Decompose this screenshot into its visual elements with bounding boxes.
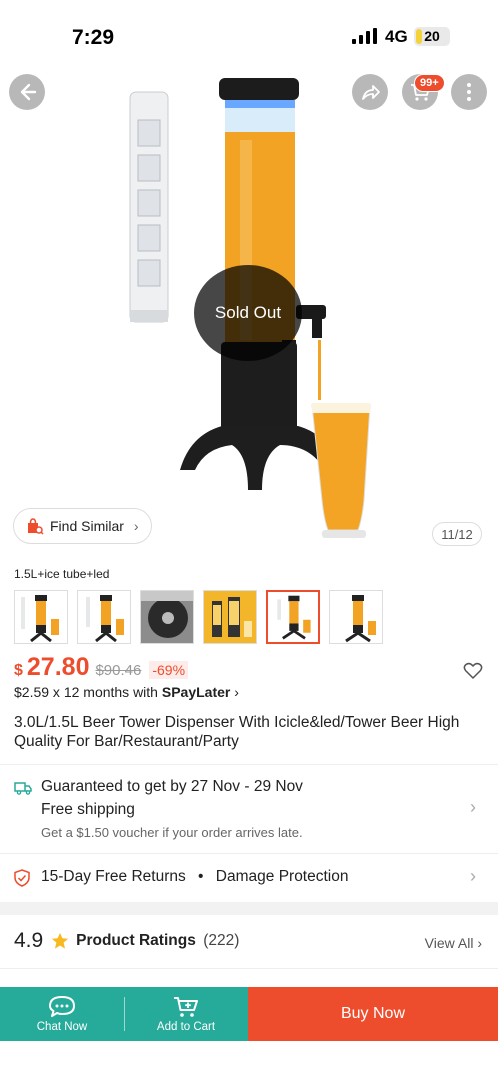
view-all-label: View All xyxy=(424,935,474,951)
returns-section[interactable]: 15-Day Free Returns • Damage Protection xyxy=(14,868,484,887)
free-returns-label: 15-Day Free Returns xyxy=(41,868,186,885)
bottom-left-group: Chat Now Add to Cart xyxy=(0,987,248,1041)
divider xyxy=(0,853,498,854)
variation-thumb-2[interactable] xyxy=(77,590,131,644)
arrow-left-icon xyxy=(20,83,37,101)
divider xyxy=(0,968,498,969)
truck-icon xyxy=(14,782,32,795)
button-separator xyxy=(124,997,125,1031)
variation-thumb-image xyxy=(21,595,59,643)
variation-thumb-3[interactable] xyxy=(140,590,194,644)
free-shipping-label: Free shipping xyxy=(41,801,135,818)
chevron-right-icon: › xyxy=(234,684,239,700)
star-icon xyxy=(51,932,68,949)
product-title: 3.0L/1.5L Beer Tower Dispenser With Icic… xyxy=(14,714,460,750)
battery-icon: 20 xyxy=(414,27,450,46)
ratings-count: (222) xyxy=(203,932,240,949)
ratings-label: Product Ratings xyxy=(76,932,196,949)
variation-thumb-image xyxy=(86,595,124,643)
more-options-button[interactable] xyxy=(451,74,487,110)
variation-thumb-image xyxy=(141,591,193,643)
similar-bag-icon xyxy=(28,518,44,535)
status-time: 7:29 xyxy=(72,26,115,49)
signal-icon xyxy=(352,28,377,44)
variation-thumb-image xyxy=(345,595,376,643)
share-icon xyxy=(362,85,380,100)
rating-score: 4.9 xyxy=(14,929,44,952)
bullet-separator: • xyxy=(198,868,204,885)
selected-variation-label: 1.5L+ice tube+led xyxy=(14,567,110,581)
share-button[interactable] xyxy=(352,74,388,110)
paylater-row[interactable]: $2.59 x 12 months with SPayLater › xyxy=(14,684,239,700)
battery-percent: 20 xyxy=(424,28,440,44)
view-all-link[interactable]: View All › xyxy=(425,935,482,951)
bottom-action-bar: Chat Now Add to Cart Buy Now xyxy=(0,987,498,1041)
paylater-brand: SPayLater xyxy=(161,684,231,700)
buy-now-button[interactable]: Buy Now xyxy=(248,987,498,1041)
chevron-right-icon: › xyxy=(133,518,139,534)
price-row: $ 27.80 $90.46 -69% xyxy=(14,653,189,682)
find-similar-button[interactable]: Find Similar › xyxy=(13,508,152,544)
network-type: 4G xyxy=(385,27,408,46)
shipping-section[interactable]: Guaranteed to get by 27 Nov - 29 Nov Fre… xyxy=(14,778,484,840)
variation-thumb-4[interactable] xyxy=(203,590,257,644)
add-to-cart-label: Add to Cart xyxy=(156,1021,216,1033)
cart-count-badge: 99+ xyxy=(414,74,445,92)
variation-thumbnails xyxy=(14,590,383,644)
section-separator xyxy=(0,902,498,915)
chat-now-label: Chat Now xyxy=(36,1021,88,1033)
variation-thumb-1[interactable] xyxy=(14,590,68,644)
add-cart-icon xyxy=(174,997,198,1017)
variation-thumb-image xyxy=(277,595,311,640)
variation-thumb-image xyxy=(204,591,256,643)
variation-thumb-6[interactable] xyxy=(329,590,383,644)
ratings-header[interactable]: 4.9 Product Ratings (222) View All › xyxy=(14,929,484,959)
heart-icon[interactable] xyxy=(463,662,483,680)
installment-text: $2.59 x 12 months with xyxy=(14,684,158,700)
chat-icon xyxy=(49,996,75,1017)
sold-out-overlay: Sold Out xyxy=(194,265,302,361)
image-page-indicator: 11/12 xyxy=(432,522,482,546)
damage-protection-label: Damage Protection xyxy=(215,868,349,885)
discount-badge: -69% xyxy=(149,661,189,679)
chevron-right-icon: › xyxy=(470,797,476,817)
price-currency: $ xyxy=(14,662,23,679)
late-voucher-note: Get a $1.50 voucher if your order arrive… xyxy=(41,825,303,840)
delivery-guarantee: Guaranteed to get by 27 Nov - 29 Nov xyxy=(41,778,303,795)
find-similar-label: Find Similar xyxy=(50,518,124,534)
current-price: 27.80 xyxy=(26,653,90,681)
original-price: $90.46 xyxy=(95,662,142,679)
variation-thumb-5-selected[interactable] xyxy=(266,590,320,644)
back-button[interactable] xyxy=(9,74,45,110)
product-image-gallery[interactable]: 99+ Sold Out Find Similar › 11/12 xyxy=(0,60,498,560)
add-to-cart-button[interactable]: Add to Cart xyxy=(124,987,248,1041)
chevron-right-icon: › xyxy=(470,866,476,886)
more-vertical-icon xyxy=(467,83,471,101)
shield-icon xyxy=(14,869,30,887)
chat-now-button[interactable]: Chat Now xyxy=(0,987,124,1041)
divider xyxy=(0,764,498,765)
